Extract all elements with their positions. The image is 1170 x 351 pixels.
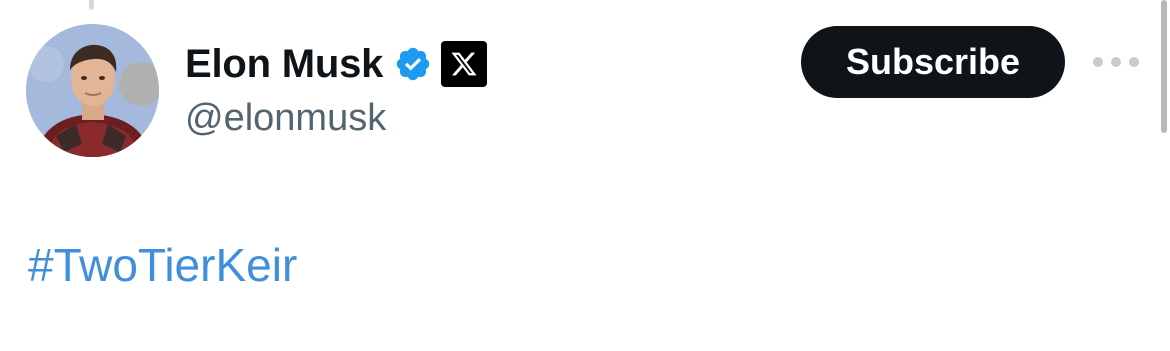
x-logo-glyph [451,52,477,76]
hashtag-link[interactable]: #TwoTierKeir [28,237,297,293]
avatar[interactable] [26,24,159,157]
ellipsis-dot [1093,57,1103,67]
ellipsis-dot [1129,57,1139,67]
author-name-row: Elon Musk [185,40,488,88]
thread-connector-line [89,0,94,10]
ellipsis-dot [1111,57,1121,67]
verified-badge-icon[interactable] [394,45,432,83]
x-logo-icon[interactable] [441,41,488,87]
scrollbar[interactable] [1161,0,1167,133]
author-handle[interactable]: @elonmusk [185,95,386,141]
ellipsis-icon[interactable] [1093,52,1139,72]
author-display-name[interactable]: Elon Musk [185,40,383,88]
subscribe-button[interactable]: Subscribe [801,26,1065,98]
avatar-image [26,24,159,157]
